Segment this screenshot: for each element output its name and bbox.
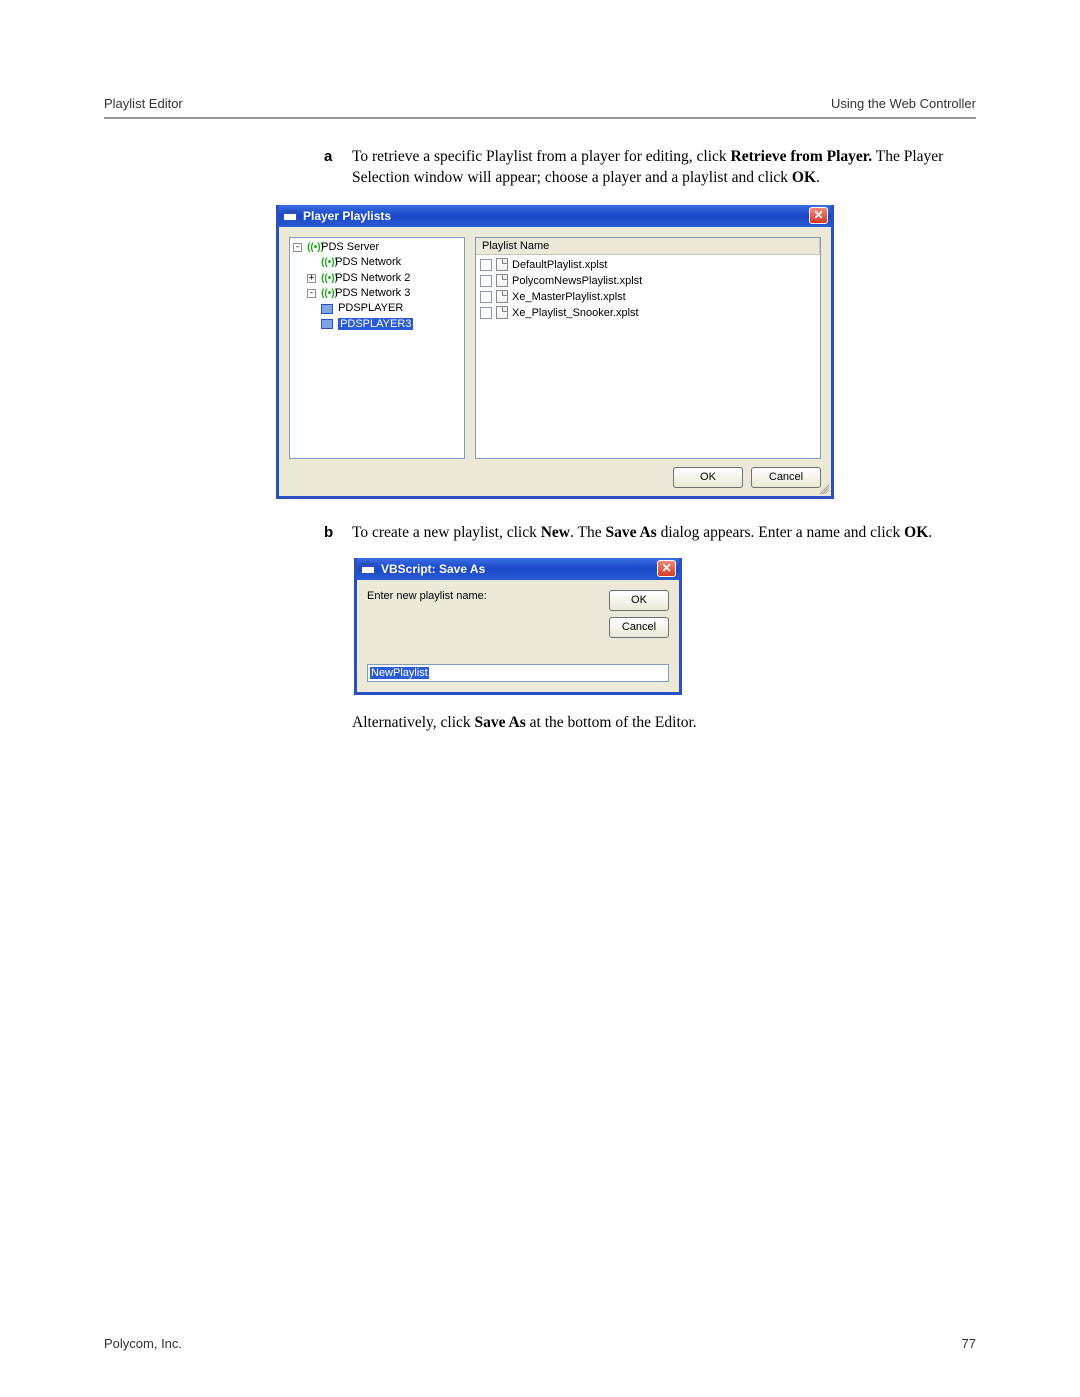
- step-a-letter: a: [324, 147, 352, 189]
- expander-icon[interactable]: -: [307, 289, 316, 298]
- step-b-bold2: Save As: [605, 524, 656, 541]
- cancel-button[interactable]: Cancel: [609, 617, 669, 638]
- page-footer: Polycom, Inc. 77: [104, 1336, 976, 1351]
- close-icon[interactable]: ✕: [809, 207, 828, 224]
- step-a-post: .: [816, 169, 820, 186]
- file-icon: [496, 274, 508, 287]
- step-b-block: b To create a new playlist, click New. T…: [324, 523, 976, 544]
- dlg1-title: Player Playlists: [303, 209, 391, 223]
- ok-button[interactable]: OK: [673, 467, 743, 488]
- footer-right: 77: [962, 1336, 976, 1351]
- player-playlists-dialog: Player Playlists ✕ - ((•)) PDS Server: [276, 205, 834, 499]
- document-page: Playlist Editor Using the Web Controller…: [0, 0, 1080, 1397]
- step-a-bold1: Retrieve from Player.: [731, 148, 873, 165]
- step-b-text: To create a new playlist, click New. The…: [352, 523, 976, 544]
- expander-icon[interactable]: +: [307, 274, 316, 283]
- antenna-icon: ((•)): [321, 286, 332, 301]
- step-b-letter: b: [324, 523, 352, 544]
- tree-player1[interactable]: PDSPLAYER: [338, 302, 403, 314]
- page-header: Playlist Editor Using the Web Controller: [104, 96, 976, 117]
- save-as-dialog: VBScript: Save As ✕ Enter new playlist n…: [354, 558, 682, 695]
- list-item[interactable]: DefaultPlaylist.xplst: [480, 257, 816, 273]
- dlg2-prompt: Enter new playlist name:: [367, 590, 487, 602]
- file-icon: [496, 258, 508, 271]
- checkbox[interactable]: [480, 275, 492, 287]
- server-tree[interactable]: - ((•)) PDS Server ((•)) PDS Network: [289, 237, 465, 459]
- file-name: Xe_Playlist_Snooker.xplst: [512, 307, 639, 319]
- step-b-post: .: [928, 524, 932, 541]
- checkbox[interactable]: [480, 307, 492, 319]
- alt-text-block: Alternatively, click Save As at the bott…: [352, 713, 976, 734]
- step-b-mid2: dialog appears. Enter a name and click: [657, 524, 904, 541]
- antenna-icon: ((•)): [307, 240, 318, 255]
- file-name: Xe_MasterPlaylist.xplst: [512, 291, 626, 303]
- tree-root[interactable]: PDS Server: [321, 241, 379, 253]
- window-icon: [283, 210, 297, 221]
- antenna-icon: ((•)): [321, 271, 332, 286]
- playlist-name-input[interactable]: NewPlaylist: [367, 664, 669, 682]
- file-icon: [496, 290, 508, 303]
- player-icon: [321, 304, 333, 314]
- expander-icon[interactable]: -: [293, 243, 302, 252]
- checkbox[interactable]: [480, 259, 492, 271]
- step-a-bold2: OK: [792, 169, 816, 186]
- input-value-selected: NewPlaylist: [370, 667, 429, 679]
- playlist-list[interactable]: Playlist Name DefaultPlaylist.xplst Poly…: [475, 237, 821, 459]
- file-name: PolycomNewsPlaylist.xplst: [512, 275, 642, 287]
- file-name: DefaultPlaylist.xplst: [512, 259, 607, 271]
- alt-pre: Alternatively, click: [352, 714, 475, 731]
- step-b-pre: To create a new playlist, click: [352, 524, 541, 541]
- player-icon: [321, 319, 333, 329]
- file-icon: [496, 306, 508, 319]
- tree-net1[interactable]: PDS Network: [335, 256, 401, 268]
- step-b-mid: . The: [570, 524, 605, 541]
- alt-bold: Save As: [475, 714, 526, 731]
- dlg1-titlebar[interactable]: Player Playlists ✕: [279, 205, 831, 227]
- list-column-header[interactable]: Playlist Name: [476, 238, 820, 255]
- step-a-text: To retrieve a specific Playlist from a p…: [352, 147, 976, 189]
- ok-button[interactable]: OK: [609, 590, 669, 611]
- step-b-bold3: OK: [904, 524, 928, 541]
- header-left: Playlist Editor: [104, 96, 183, 111]
- header-rule: [104, 117, 976, 119]
- tree-net2[interactable]: PDS Network 2: [335, 272, 410, 284]
- step-b-bold1: New: [541, 524, 570, 541]
- header-right: Using the Web Controller: [831, 96, 976, 111]
- step-a-pre: To retrieve a specific Playlist from a p…: [352, 148, 731, 165]
- resize-grip-icon[interactable]: [817, 482, 829, 494]
- tree-player2-selected[interactable]: PDSPLAYER3: [338, 318, 413, 330]
- step-a-block: a To retrieve a specific Playlist from a…: [324, 147, 976, 189]
- list-item[interactable]: Xe_Playlist_Snooker.xplst: [480, 305, 816, 321]
- footer-left: Polycom, Inc.: [104, 1336, 182, 1351]
- cancel-button[interactable]: Cancel: [751, 467, 821, 488]
- tree-net3[interactable]: PDS Network 3: [335, 287, 410, 299]
- window-icon: [361, 563, 375, 574]
- dlg2-titlebar[interactable]: VBScript: Save As ✕: [357, 558, 679, 580]
- list-item[interactable]: PolycomNewsPlaylist.xplst: [480, 273, 816, 289]
- list-item[interactable]: Xe_MasterPlaylist.xplst: [480, 289, 816, 305]
- antenna-icon: ((•)): [321, 255, 332, 270]
- close-icon[interactable]: ✕: [657, 560, 676, 577]
- dlg2-title: VBScript: Save As: [381, 562, 485, 576]
- checkbox[interactable]: [480, 291, 492, 303]
- alt-post: at the bottom of the Editor.: [526, 714, 697, 731]
